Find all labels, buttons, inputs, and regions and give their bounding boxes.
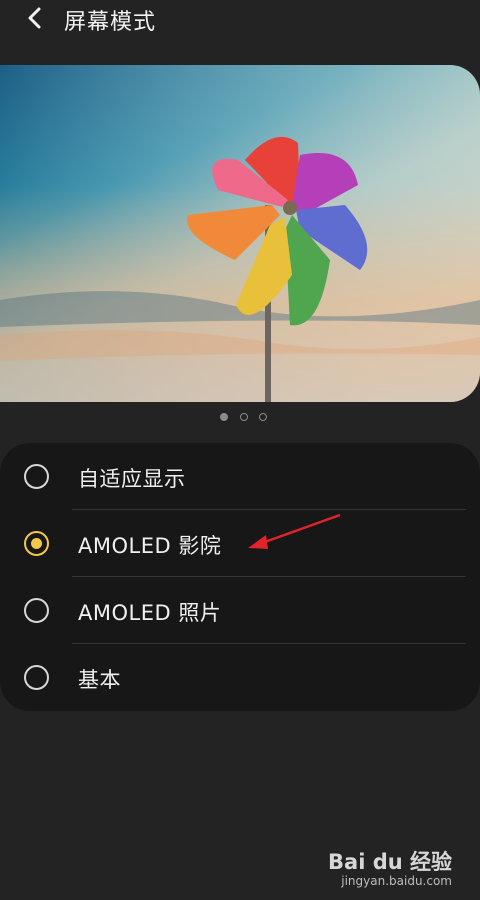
- page-title: 屏幕模式: [64, 10, 157, 35]
- option-basic[interactable]: 基本: [0, 644, 480, 711]
- annotation-arrow-icon: [248, 513, 341, 549]
- option-label: AMOLED 照片: [78, 601, 222, 625]
- preview-image[interactable]: [0, 65, 480, 402]
- page-dot-2[interactable]: [240, 413, 248, 421]
- option-label: 自适应显示: [78, 467, 186, 491]
- radio-button[interactable]: [24, 464, 49, 489]
- baidu-logo: Bai du 经验: [328, 850, 452, 874]
- option-amoled-photo[interactable]: AMOLED 照片: [0, 577, 480, 644]
- option-label: 基本: [78, 668, 121, 692]
- radio-button[interactable]: [24, 598, 49, 623]
- back-arrow-icon[interactable]: [22, 4, 48, 32]
- page-indicator: [0, 413, 480, 425]
- watermark-url: jingyan.baidu.com: [341, 874, 452, 888]
- page-dot-3[interactable]: [259, 413, 267, 421]
- watermark: Bai du 经验 jingyan.baidu.com: [252, 846, 452, 896]
- option-label: AMOLED 影院: [78, 534, 222, 558]
- radio-button[interactable]: [24, 665, 49, 690]
- header: 屏幕模式: [0, 0, 480, 40]
- page-dot-1[interactable]: [220, 413, 228, 421]
- option-adaptive-display[interactable]: 自适应显示: [0, 443, 480, 510]
- radio-button-selected[interactable]: [24, 531, 49, 556]
- screen-mode-options: 自适应显示 AMOLED 影院 AMOLED 照片 基本: [0, 443, 480, 711]
